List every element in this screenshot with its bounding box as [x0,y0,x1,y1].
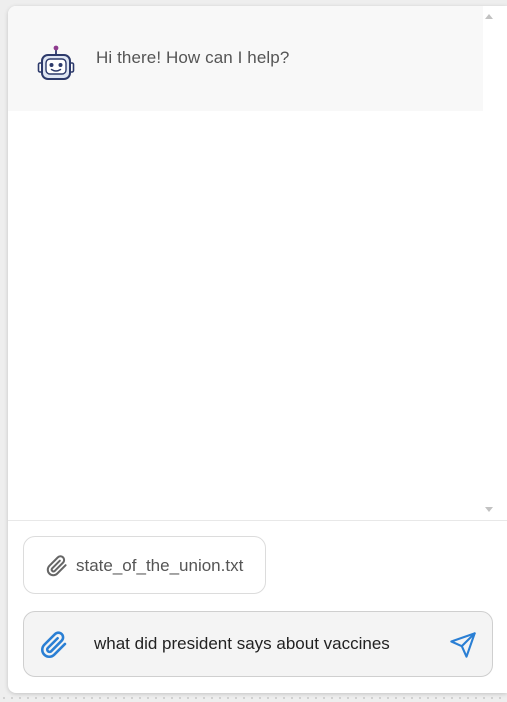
attached-file-chip[interactable]: state_of_the_union.txt [23,536,266,594]
divider [8,520,507,521]
paper-plane-icon[interactable] [449,631,477,659]
paperclip-icon [46,555,68,577]
robot-icon [36,44,76,84]
scrollbar[interactable] [483,6,495,520]
paperclip-icon[interactable] [40,631,68,659]
message-list[interactable]: Hi there! How can I help? [8,6,495,520]
background-pattern [0,694,507,702]
chat-window: Hi there! How can I help? state_of_the_u… [8,6,507,693]
bot-message: Hi there! How can I help? [8,6,487,111]
attached-file-name: state_of_the_union.txt [76,556,244,575]
bot-message-text: Hi there! How can I help? [96,48,290,67]
scroll-up-arrow-icon[interactable] [485,14,493,19]
scroll-down-arrow-icon[interactable] [485,507,493,512]
message-composer [23,611,493,677]
message-input[interactable] [94,630,434,658]
